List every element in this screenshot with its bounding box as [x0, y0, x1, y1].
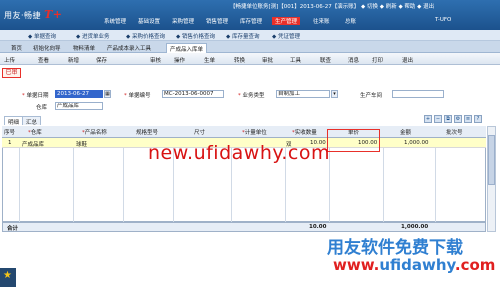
menu-system[interactable]: 系统管理: [104, 17, 126, 25]
grid-header: 序号 *仓库 *产品名称 规格型号 尺寸 *计量单位 *实收数量 单价 金额 批…: [2, 126, 486, 138]
quick-purchase-doc[interactable]: ◆ 进货单业务: [76, 32, 109, 40]
menu-ledger[interactable]: 总账: [345, 17, 356, 25]
tab-detail[interactable]: 明细: [4, 116, 24, 126]
date-field[interactable]: 2013-06-27: [55, 90, 103, 98]
list-icon[interactable]: ≡: [464, 115, 472, 123]
add-row-icon[interactable]: +: [424, 115, 432, 123]
header-batch: 批次号: [446, 130, 463, 136]
total-qty: 10.00: [309, 224, 327, 230]
audit-button[interactable]: 审核: [150, 56, 161, 64]
menu-ufo[interactable]: T-UFO: [435, 17, 451, 23]
cell-warehouse[interactable]: 产成品库: [22, 140, 44, 148]
account-info: 【畅捷单位账务[测]【001】2013-06-27【演示账】 ◆ 切换 ◆ 刷新…: [230, 4, 435, 10]
delete-row-icon[interactable]: −: [434, 115, 442, 123]
tab-summary[interactable]: 汇总: [22, 116, 42, 126]
menu-account[interactable]: 往来账: [313, 17, 330, 25]
watermark-site: new.ufidawhy.com: [148, 142, 331, 164]
help-icon[interactable]: ?: [474, 115, 482, 123]
total-label: 合计: [7, 226, 19, 232]
header-qty: *实收数量: [292, 130, 317, 136]
print-button[interactable]: 打印: [372, 56, 383, 64]
cell-seq: 1: [8, 140, 12, 146]
app-logo: 用友·畅捷 T+: [4, 8, 63, 21]
new-button[interactable]: 新增: [68, 56, 79, 64]
tab-cost-tool[interactable]: 产品成本录入工具: [104, 43, 154, 53]
tools-button[interactable]: 工具: [290, 56, 301, 64]
quick-stock-query[interactable]: ◆ 库存量查询: [226, 32, 259, 40]
logo-text: 用友·畅捷: [4, 11, 42, 20]
code-label: * 单据编号: [124, 93, 151, 99]
convert-button[interactable]: 转换: [234, 56, 245, 64]
tab-init-wizard[interactable]: 初始化向导: [30, 43, 64, 53]
warehouse-label: 仓库: [36, 105, 48, 111]
header-unit: *计量单位: [242, 130, 267, 136]
copy-row-icon[interactable]: ⧉: [444, 115, 452, 123]
warehouse-field[interactable]: 产成品库: [55, 102, 103, 110]
menu-production[interactable]: 生产管理: [272, 17, 301, 25]
header-amount: 金额: [400, 130, 412, 136]
biz-type-label: * 业务类型: [238, 93, 265, 99]
view-button[interactable]: 查看: [38, 56, 49, 64]
header-product: *产品名称: [82, 130, 107, 136]
menu-basic[interactable]: 基础设置: [138, 17, 160, 25]
total-row: 合计 10.00 1,000.00: [2, 222, 486, 232]
header-spec: 规格型号: [136, 130, 159, 136]
exit-button[interactable]: 退出: [402, 56, 413, 64]
code-field[interactable]: MC-2013-06-0007: [162, 90, 224, 98]
dept-field[interactable]: [392, 90, 444, 98]
link-query-button[interactable]: 联查: [320, 56, 331, 64]
dept-label: 生产车间: [360, 93, 383, 99]
header-size: 尺寸: [194, 130, 206, 136]
price-column-highlight: [327, 129, 380, 152]
menu-purchase[interactable]: 采购管理: [172, 17, 194, 25]
save-button[interactable]: 保存: [96, 56, 107, 64]
approve-button[interactable]: 审批: [262, 56, 273, 64]
chevron-down-icon[interactable]: ▾: [331, 90, 338, 98]
operate-button[interactable]: 操作: [174, 56, 185, 64]
menu-inventory[interactable]: 库存管理: [240, 17, 262, 25]
upload-button[interactable]: 上传: [4, 56, 15, 64]
watermark-url: www.ufidawhy.com: [333, 256, 496, 274]
quick-purchase-price[interactable]: ◆ 采购价格查询: [126, 32, 165, 40]
grid-tools: + − ⧉ ⚙ ≡?: [422, 115, 482, 124]
logo-suffix: T+: [44, 8, 63, 21]
status-badge: 已审: [2, 68, 21, 78]
quick-sales-price[interactable]: ◆ 销售价格查询: [176, 32, 215, 40]
message-button[interactable]: 消息: [348, 56, 359, 64]
quick-doc-query[interactable]: ◆ 单据查询: [28, 32, 56, 40]
total-amount: 1,000.00: [401, 224, 429, 230]
settings-icon[interactable]: ⚙: [454, 115, 462, 123]
cell-product[interactable]: 球鞋: [76, 140, 87, 148]
generate-button[interactable]: 生单: [204, 56, 215, 64]
star-icon[interactable]: ★: [3, 270, 12, 281]
tab-finished-goods-receipt[interactable]: 产成品入库单: [166, 43, 208, 53]
header-seq: 序号: [4, 130, 16, 136]
date-label: * 单据日期: [22, 93, 49, 99]
biz-type-field[interactable]: 自制加工: [276, 90, 330, 98]
scrollbar-thumb[interactable]: [488, 135, 495, 185]
header-warehouse: *仓库: [28, 130, 42, 136]
tab-bom[interactable]: 物料清单: [70, 43, 98, 53]
cell-amount[interactable]: 1,000.00: [404, 140, 429, 146]
menu-sales[interactable]: 销售管理: [206, 17, 228, 25]
tab-home[interactable]: 首页: [8, 43, 25, 53]
quick-voucher[interactable]: ◆ 凭证管理: [272, 32, 300, 40]
calendar-icon[interactable]: ▦: [104, 90, 111, 98]
watermark-brand: 用友软件免费下载: [327, 238, 463, 258]
